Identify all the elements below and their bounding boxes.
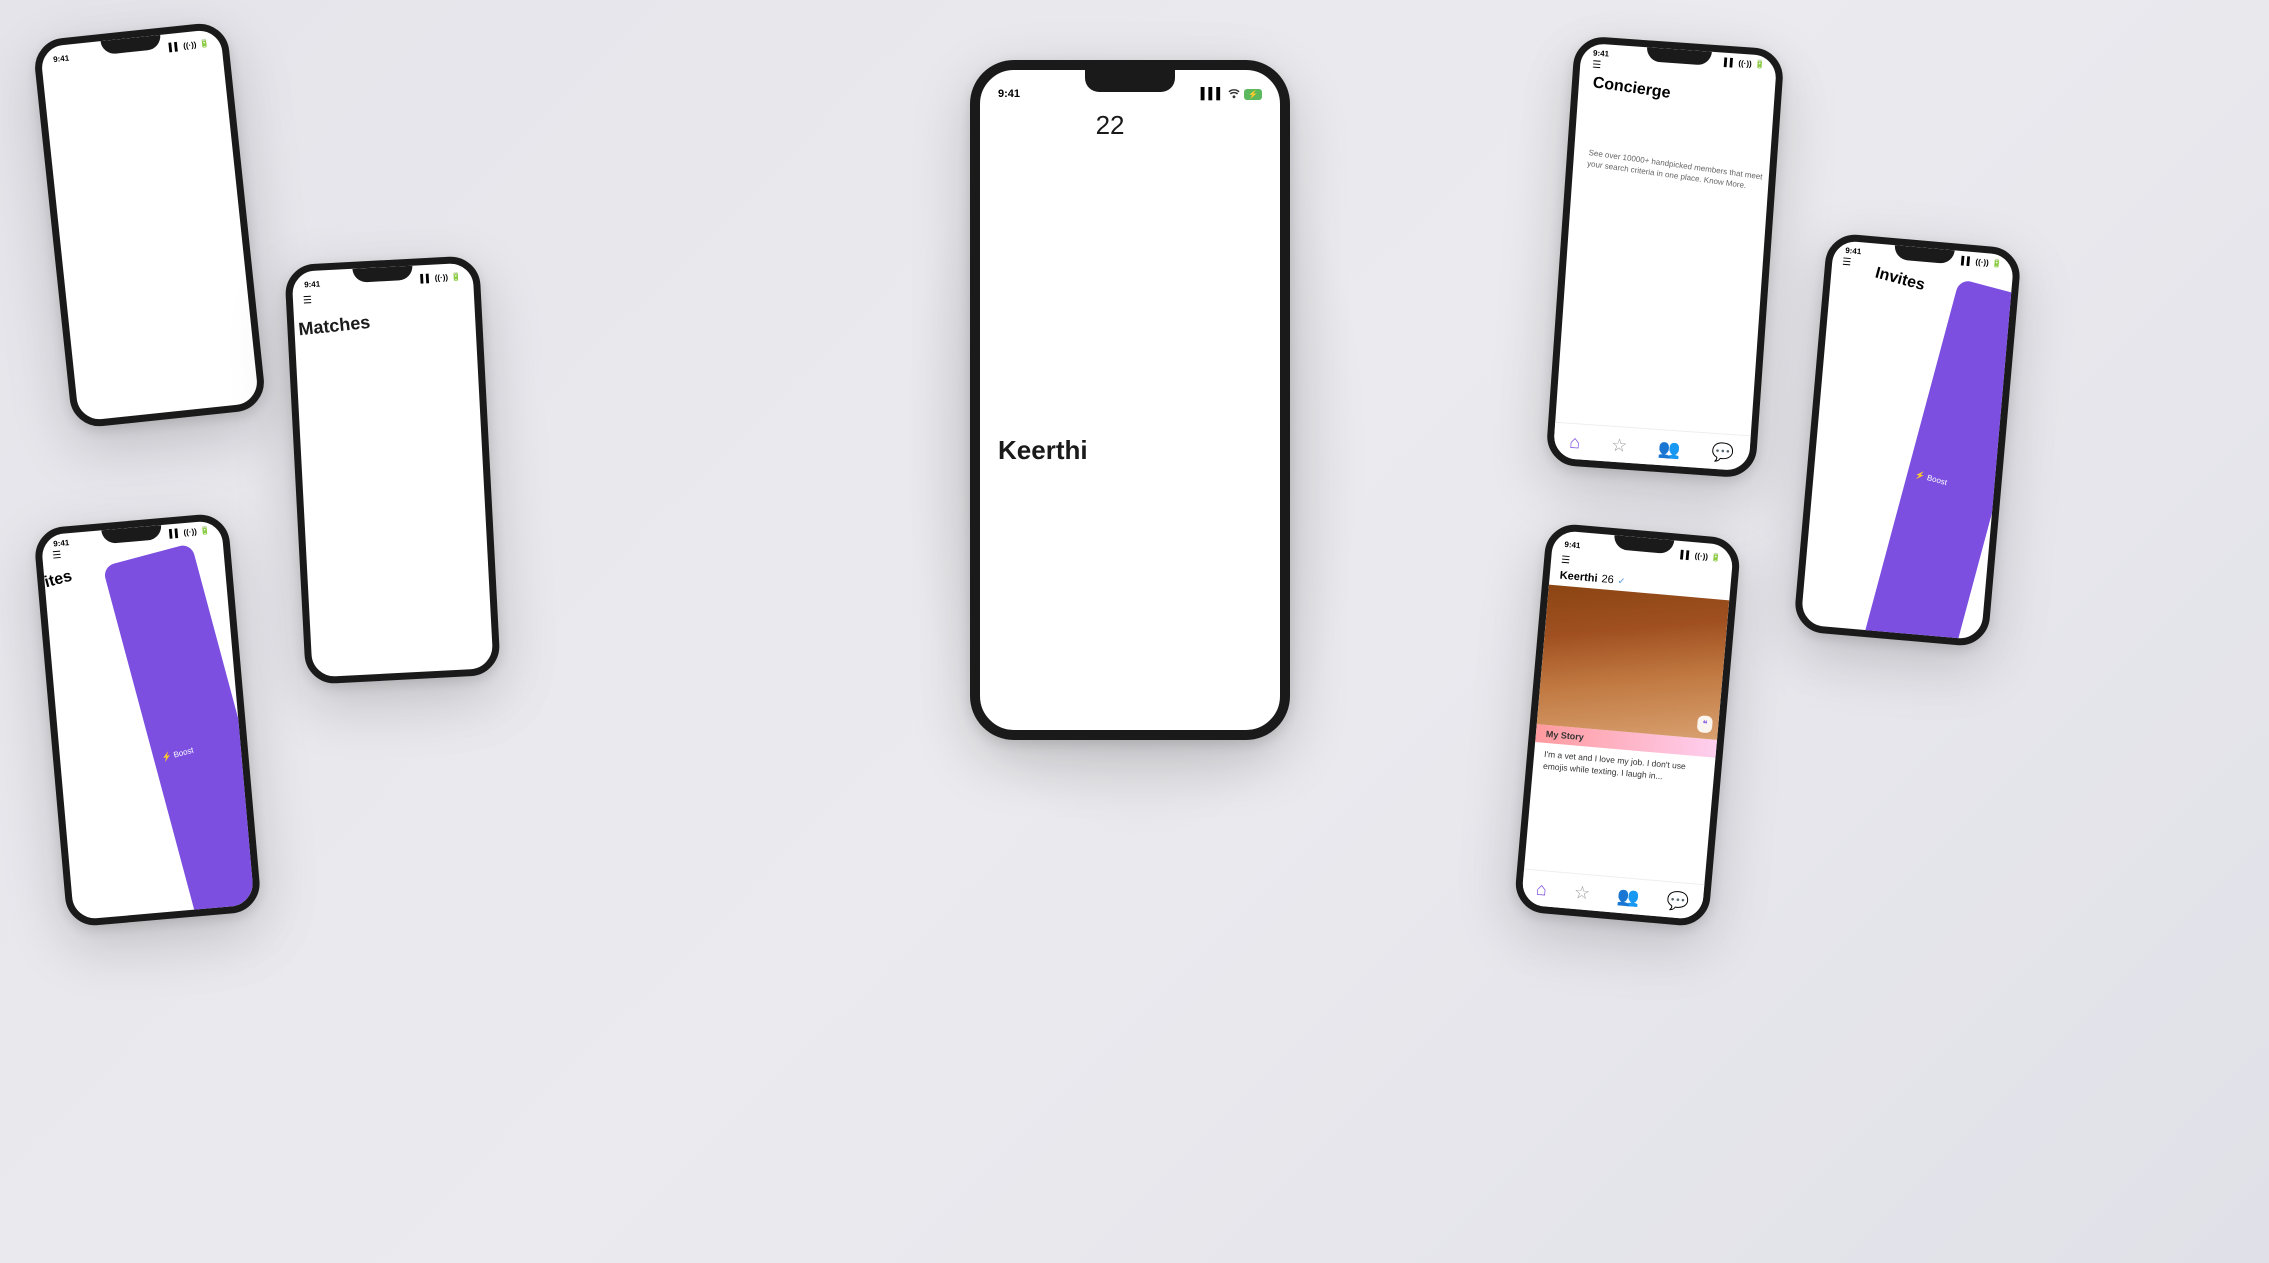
profile-photo-5: ❝	[1537, 585, 1730, 740]
status-icons-2: ▌▌((·))🔋	[420, 272, 461, 283]
phone-keerthi-bottom-right: 9:41 ▌▌((·))🔋 ☰ Keerthi 26 ✓ ❝ My Story …	[1513, 522, 1741, 928]
verified-icon-5: ✓	[1617, 575, 1625, 587]
nav-star-4[interactable]: ☆	[1610, 435, 1628, 457]
invites-header-6: Invites ⚡ Boost	[1793, 263, 2022, 648]
time-1: 9:41	[53, 54, 70, 65]
menu-icon-1[interactable]: ☰	[32, 42, 267, 429]
nav-home-4[interactable]: ⌂	[1569, 432, 1581, 454]
status-icons-5: ▌▌((·))🔋	[1680, 550, 1721, 563]
nav-chat-5[interactable]: 💬	[1666, 890, 1690, 913]
user-name-5: Keerthi	[1559, 570, 1598, 585]
nav-star-5[interactable]: ☆	[1573, 882, 1591, 904]
profile-header-3: Keerthi 22 ✓ Data Analyst at ZephyrTech …	[980, 100, 1290, 740]
time-5: 9:41	[1564, 540, 1581, 550]
matches-title: Matches	[284, 295, 501, 685]
phone-main-keerthi: 9:41 ▌▌▌ ⚡ Keerthi 22 ✓ Data Analyst at …	[970, 60, 1290, 740]
invites-header-7: Invites ⚡ Boost	[33, 541, 262, 927]
nav-matches-4[interactable]: 👥	[1657, 438, 1681, 461]
status-bar-3: 9:41 ▌▌▌ ⚡	[980, 78, 1280, 100]
user-age-5: 26	[1601, 573, 1614, 586]
phone-invites-right: 9:41 ▌▌((·))🔋 ☰ Invites ⚡ Boost Rohit 26…	[1793, 232, 2022, 647]
nav-home-5[interactable]: ⌂	[1535, 879, 1548, 901]
nav-matches-5[interactable]: 👥	[1616, 886, 1640, 909]
time-2: 9:41	[304, 280, 320, 290]
time-3: 9:41	[998, 88, 1020, 100]
nav-chat-4[interactable]: 💬	[1711, 442, 1735, 465]
phone-matches: 9:41 ▌▌((·))🔋 ☰ Matches Akhil How did yo…	[284, 255, 501, 685]
status-icons-3: ▌▌▌ ⚡	[1201, 88, 1262, 100]
phone-invites-left: 9:41 ▌▌((·))🔋 ☰ Invites ⚡ Boost Rohit 26…	[33, 512, 262, 927]
profile-name-3: Keerthi 22 ✓	[998, 110, 1290, 740]
phone-profile-keerthi-left: 9:41 ▌▌((·))🔋 ☰ Keerthi 26 ✓ ❝ My Story …	[32, 21, 267, 429]
phone-concierge: 9:41 ▌▌((·))🔋 ☰ Concierge See over 10000…	[1545, 35, 1784, 479]
quote-badge-5[interactable]: ❝	[1697, 715, 1713, 733]
